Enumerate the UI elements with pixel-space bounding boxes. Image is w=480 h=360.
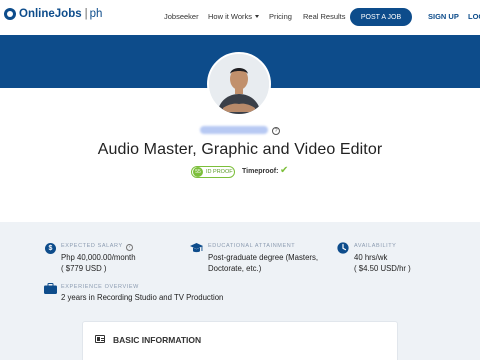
expected-salary-usd: ( $779 USD ) bbox=[61, 264, 107, 273]
id-proof-score: 55 bbox=[193, 167, 203, 177]
profile-title: Audio Master, Graphic and Video Editor bbox=[97, 141, 383, 158]
education-label: EDUCATIONAL ATTAINMENT bbox=[208, 243, 296, 249]
nav-how-it-works[interactable]: How it Works bbox=[208, 12, 260, 21]
nav-real-results[interactable]: Real Results bbox=[303, 12, 346, 21]
nav-jobseeker[interactable]: Jobseeker bbox=[164, 12, 199, 21]
education-value: Post-graduate degree (Masters, bbox=[208, 253, 319, 262]
check-icon: ✔ bbox=[280, 165, 289, 176]
dollar-icon: $ bbox=[45, 243, 56, 254]
logo-icon bbox=[4, 8, 16, 20]
help-icon[interactable]: ? bbox=[272, 127, 280, 135]
salary-help-icon[interactable]: ? bbox=[125, 244, 133, 251]
login-link[interactable]: LOG bbox=[468, 12, 480, 21]
availability-rate: ( $4.50 USD/hr ) bbox=[354, 264, 411, 273]
basic-information-card: BASIC INFORMATION bbox=[82, 321, 398, 360]
timeproof-label: Timeproof: bbox=[242, 168, 279, 175]
graduation-cap-icon bbox=[190, 243, 203, 253]
avatar-photo bbox=[209, 54, 269, 114]
avatar bbox=[207, 52, 271, 116]
logo-separator: | bbox=[84, 8, 88, 20]
basic-information-title: BASIC INFORMATION bbox=[113, 335, 202, 345]
clock-icon bbox=[337, 242, 349, 254]
expected-salary-value: Php 40,000.00/month bbox=[61, 253, 136, 262]
id-proof-badge[interactable]: 55 ID PROOF bbox=[191, 166, 235, 178]
chevron-down-icon bbox=[255, 15, 260, 18]
availability-value: 40 hrs/wk bbox=[354, 253, 388, 262]
briefcase-icon bbox=[44, 283, 57, 294]
logo-text: OnlineJobs bbox=[19, 8, 82, 20]
logo-suffix: ph bbox=[89, 8, 103, 20]
availability-label: AVAILABILITY bbox=[354, 243, 397, 249]
id-card-icon bbox=[95, 335, 105, 343]
nav-how-it-works-label: How it Works bbox=[208, 12, 253, 21]
post-a-job-button[interactable]: POST A JOB bbox=[350, 8, 412, 26]
site-logo[interactable]: OnlineJobs | ph bbox=[4, 8, 102, 20]
expected-salary-label-text: EXPECTED SALARY bbox=[61, 243, 123, 249]
top-navbar: OnlineJobs | ph Jobseeker How it Works P… bbox=[0, 0, 480, 34]
experience-label: EXPERIENCE OVERVIEW bbox=[61, 284, 139, 290]
sign-up-link[interactable]: SIGN UP bbox=[428, 12, 459, 21]
id-proof-label: ID PROOF bbox=[206, 169, 233, 175]
nav-pricing[interactable]: Pricing bbox=[269, 12, 292, 21]
expected-salary-label: EXPECTED SALARY? bbox=[61, 243, 133, 251]
experience-value: 2 years in Recording Studio and TV Produ… bbox=[61, 293, 224, 302]
education-value-line2: Doctorate, etc.) bbox=[208, 264, 262, 273]
profile-name-redacted bbox=[200, 126, 268, 134]
